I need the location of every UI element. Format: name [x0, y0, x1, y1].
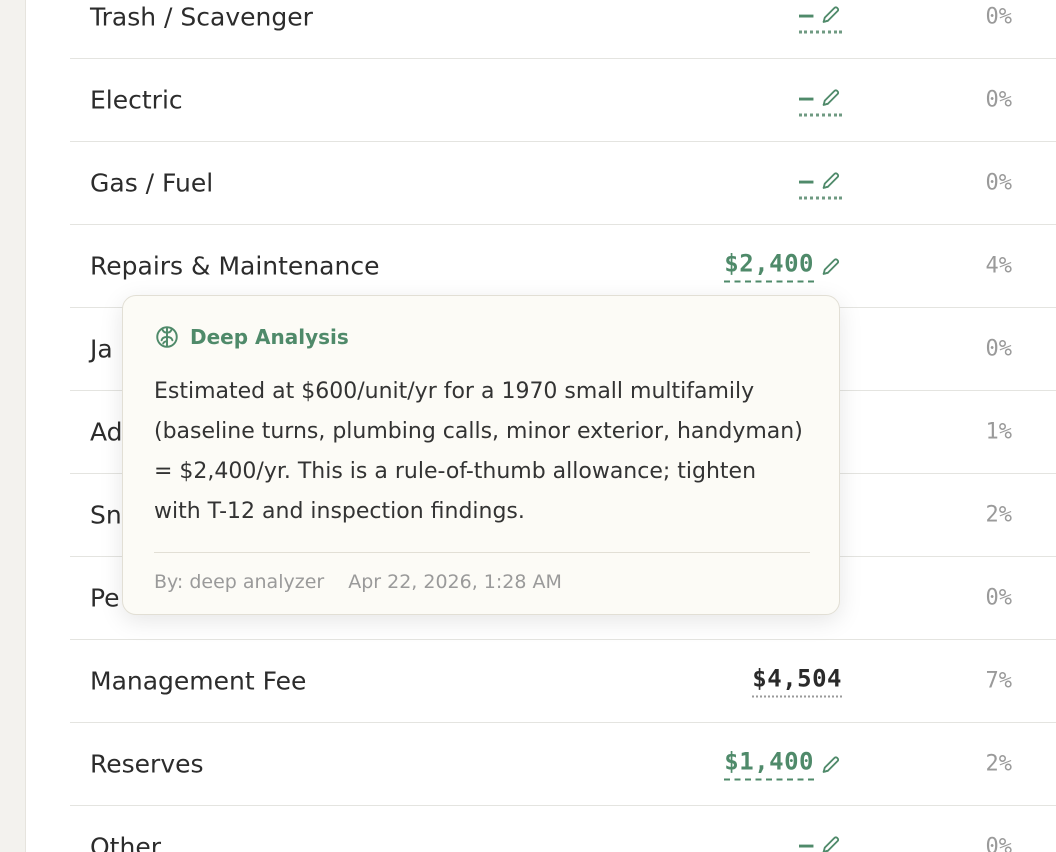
row-amount[interactable]: $4,504	[752, 665, 842, 698]
row-label: Repairs & Maintenance	[90, 251, 380, 281]
row-label: Other	[90, 832, 161, 852]
row-label: Ja	[90, 334, 113, 364]
left-gutter	[0, 0, 26, 852]
row-label: Pe	[90, 583, 120, 613]
row-label: Management Fee	[90, 666, 307, 696]
row-percent: 2%	[985, 751, 1013, 777]
amount-value[interactable]: –	[799, 84, 814, 112]
table-row: Reserves $1,400 2%	[70, 723, 1056, 806]
brain-icon	[154, 324, 180, 350]
table-row: Trash / Scavenger – 0%	[70, 0, 1056, 59]
amount-value[interactable]: $2,400	[724, 250, 814, 283]
tooltip-divider	[154, 552, 810, 553]
row-label: Ad	[90, 417, 123, 447]
table-row: Gas / Fuel – 0%	[70, 142, 1056, 225]
amount-value[interactable]: $1,400	[724, 748, 814, 781]
pencil-icon[interactable]	[820, 4, 842, 26]
amount-editor[interactable]: –	[799, 167, 842, 200]
amount-value[interactable]: –	[799, 831, 814, 852]
row-percent: 0%	[985, 585, 1013, 611]
amount-editor[interactable]: –	[799, 831, 842, 852]
row-percent: 0%	[985, 87, 1013, 113]
row-amount[interactable]: –	[799, 831, 842, 852]
row-percent: 0%	[985, 336, 1013, 362]
table-row: Management Fee $4,504 7%	[70, 640, 1056, 723]
row-percent: 0%	[985, 170, 1013, 196]
row-percent: 4%	[985, 253, 1013, 279]
row-percent: 0%	[985, 4, 1013, 30]
tooltip-footer: By: deep analyzer Apr 22, 2026, 1:28 AM	[154, 571, 808, 593]
pencil-icon[interactable]	[820, 170, 842, 192]
table-row: Other – 0%	[70, 806, 1056, 852]
row-amount[interactable]: $1,400	[724, 748, 842, 781]
row-percent: 7%	[985, 668, 1013, 694]
pencil-icon[interactable]	[820, 87, 842, 109]
amount-value[interactable]: –	[799, 167, 814, 195]
amount-editor[interactable]: $4,504	[752, 665, 842, 698]
amount-value[interactable]: $4,504	[752, 665, 842, 698]
row-label: Electric	[90, 85, 183, 115]
row-amount[interactable]: –	[799, 1, 842, 34]
amount-editor[interactable]: –	[799, 1, 842, 34]
row-label: Trash / Scavenger	[90, 2, 313, 32]
amount-editor[interactable]: $2,400	[724, 250, 842, 283]
row-percent: 0%	[985, 834, 1013, 852]
deep-analysis-tooltip: Deep Analysis Estimated at $600/unit/yr …	[122, 295, 840, 615]
amount-editor[interactable]: $1,400	[724, 748, 842, 781]
row-amount[interactable]: $2,400	[724, 250, 842, 283]
row-percent: 2%	[985, 502, 1013, 528]
row-label: Sn	[90, 500, 122, 530]
pencil-icon[interactable]	[820, 753, 842, 775]
amount-value[interactable]: –	[799, 1, 814, 29]
amount-editor[interactable]: –	[799, 84, 842, 117]
tooltip-author: By: deep analyzer	[154, 571, 325, 593]
row-amount[interactable]: –	[799, 167, 842, 200]
pencil-icon[interactable]	[820, 834, 842, 852]
tooltip-header: Deep Analysis	[154, 324, 808, 350]
row-amount[interactable]: –	[799, 84, 842, 117]
tooltip-timestamp: Apr 22, 2026, 1:28 AM	[348, 571, 562, 593]
tooltip-title: Deep Analysis	[190, 325, 349, 349]
tooltip-body: Estimated at $600/unit/yr for a 1970 sma…	[154, 379, 803, 524]
pencil-icon[interactable]	[820, 255, 842, 277]
row-label: Reserves	[90, 749, 204, 779]
table-row: Electric – 0%	[70, 59, 1056, 142]
row-label: Gas / Fuel	[90, 168, 214, 198]
row-percent: 1%	[985, 419, 1013, 445]
